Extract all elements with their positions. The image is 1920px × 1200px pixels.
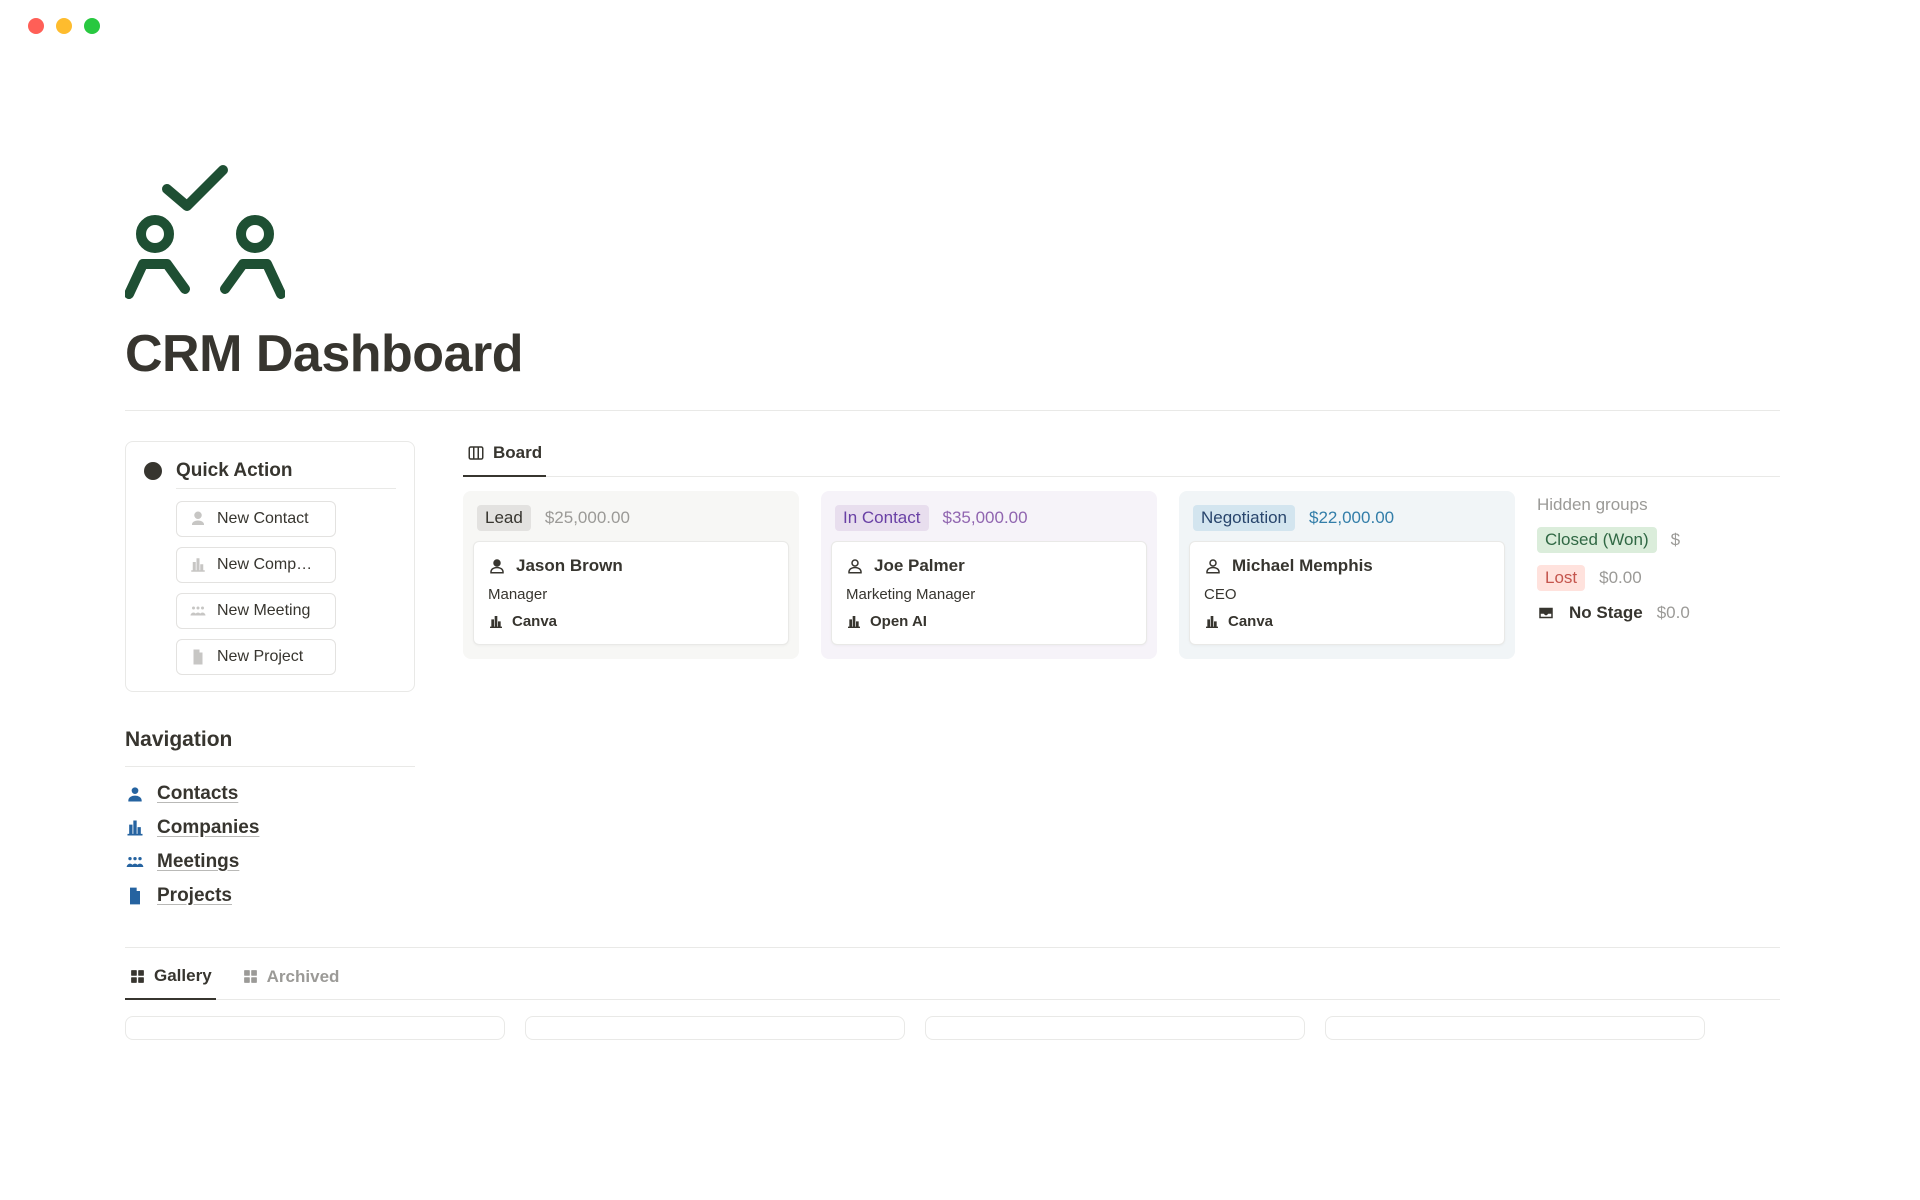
card-name: Jason Brown	[516, 556, 623, 576]
nav-contacts[interactable]: Contacts	[125, 783, 415, 805]
card-company: Canva	[512, 613, 557, 630]
board-tabs: Board	[463, 441, 1780, 477]
new-meeting-button[interactable]: New Meeting	[176, 593, 336, 629]
person-icon	[846, 557, 864, 575]
divider	[125, 947, 1780, 948]
nostage-label: No Stage	[1569, 603, 1643, 623]
button-label: New Project	[217, 648, 303, 666]
stage-chip-negotiation[interactable]: Negotiation	[1193, 505, 1295, 531]
won-amount: $	[1671, 530, 1680, 550]
divider	[125, 410, 1780, 411]
stage-chip-lost: Lost	[1537, 565, 1585, 591]
quick-action-header: Quick Action	[144, 460, 396, 482]
hidden-lost-row[interactable]: Lost $0.00	[1537, 565, 1737, 591]
tab-gallery[interactable]: Gallery	[125, 966, 216, 1000]
hidden-groups: Hidden groups Closed (Won) $ Lost $0.00 …	[1537, 491, 1737, 659]
hidden-groups-title: Hidden groups	[1537, 495, 1737, 515]
nav-label: Meetings	[157, 851, 239, 873]
gallery-card[interactable]	[1325, 1016, 1705, 1040]
building-icon	[1204, 614, 1220, 630]
gallery-card[interactable]	[525, 1016, 905, 1040]
hidden-won-row[interactable]: Closed (Won) $	[1537, 527, 1737, 553]
document-icon	[189, 648, 207, 666]
gallery-icon	[129, 968, 146, 985]
person-icon	[488, 557, 506, 575]
nav-label: Projects	[157, 885, 232, 907]
card-company: Open AI	[870, 613, 927, 630]
button-label: New Comp…	[217, 556, 312, 574]
button-label: New Meeting	[217, 602, 310, 620]
navigation-title: Navigation	[125, 728, 415, 752]
tab-archived[interactable]: Archived	[238, 966, 344, 999]
board-icon	[467, 444, 485, 462]
divider	[176, 488, 396, 489]
column-amount: $22,000.00	[1309, 508, 1394, 528]
column-lead: Lead $25,000.00 Jason Brown Manager Canv…	[463, 491, 799, 659]
gallery-card[interactable]	[125, 1016, 505, 1040]
tab-label: Board	[493, 443, 542, 463]
lost-amount: $0.00	[1599, 568, 1642, 588]
hidden-nostage-row[interactable]: No Stage $0.0	[1537, 603, 1737, 623]
card-name: Michael Memphis	[1232, 556, 1373, 576]
stage-chip-won: Closed (Won)	[1537, 527, 1657, 553]
meeting-icon	[125, 852, 145, 872]
inbox-icon	[1537, 604, 1555, 622]
tab-board[interactable]: Board	[463, 441, 546, 477]
new-contact-button[interactable]: New Contact	[176, 501, 336, 537]
nav-meetings[interactable]: Meetings	[125, 851, 415, 873]
person-icon	[125, 784, 145, 804]
building-icon	[125, 818, 145, 838]
page-title: CRM Dashboard	[125, 324, 1780, 384]
building-icon	[488, 614, 504, 630]
deal-card[interactable]: Jason Brown Manager Canva	[473, 541, 789, 645]
quick-action-title: Quick Action	[176, 460, 292, 482]
quick-action-panel: Quick Action New Contact New Comp… New M…	[125, 441, 415, 692]
person-icon	[189, 510, 207, 528]
nav-projects[interactable]: Projects	[125, 885, 415, 907]
new-company-button[interactable]: New Comp…	[176, 547, 336, 583]
card-role: Manager	[488, 586, 774, 603]
card-company: Canva	[1228, 613, 1273, 630]
gallery-icon	[242, 968, 259, 985]
document-icon	[125, 886, 145, 906]
card-name: Joe Palmer	[874, 556, 965, 576]
nav-label: Contacts	[157, 783, 238, 805]
nostage-amount: $0.0	[1657, 603, 1690, 623]
stage-chip-in-contact[interactable]: In Contact	[835, 505, 929, 531]
card-role: Marketing Manager	[846, 586, 1132, 603]
gallery-row	[125, 1016, 1780, 1040]
person-icon	[1204, 557, 1222, 575]
stage-chip-lead[interactable]: Lead	[477, 505, 531, 531]
nav-label: Companies	[157, 817, 259, 839]
meeting-icon	[189, 602, 207, 620]
page-hero-icon	[125, 154, 1780, 304]
building-icon	[189, 556, 207, 574]
gallery-card[interactable]	[925, 1016, 1305, 1040]
quick-action-dot-icon	[144, 462, 162, 480]
button-label: New Contact	[217, 510, 309, 528]
bottom-tabs: Gallery Archived	[125, 966, 1780, 1000]
column-amount: $25,000.00	[545, 508, 630, 528]
new-project-button[interactable]: New Project	[176, 639, 336, 675]
window-minimize-icon[interactable]	[56, 18, 72, 34]
column-in-contact: In Contact $35,000.00 Joe Palmer Marketi…	[821, 491, 1157, 659]
column-amount: $35,000.00	[943, 508, 1028, 528]
divider	[125, 766, 415, 767]
card-role: CEO	[1204, 586, 1490, 603]
column-negotiation: Negotiation $22,000.00 Michael Memphis C…	[1179, 491, 1515, 659]
tab-label: Archived	[267, 967, 340, 987]
window-controls	[0, 0, 1920, 34]
tab-label: Gallery	[154, 966, 212, 986]
nav-companies[interactable]: Companies	[125, 817, 415, 839]
building-icon	[846, 614, 862, 630]
window-maximize-icon[interactable]	[84, 18, 100, 34]
window-close-icon[interactable]	[28, 18, 44, 34]
deal-card[interactable]: Joe Palmer Marketing Manager Open AI	[831, 541, 1147, 645]
deal-card[interactable]: Michael Memphis CEO Canva	[1189, 541, 1505, 645]
